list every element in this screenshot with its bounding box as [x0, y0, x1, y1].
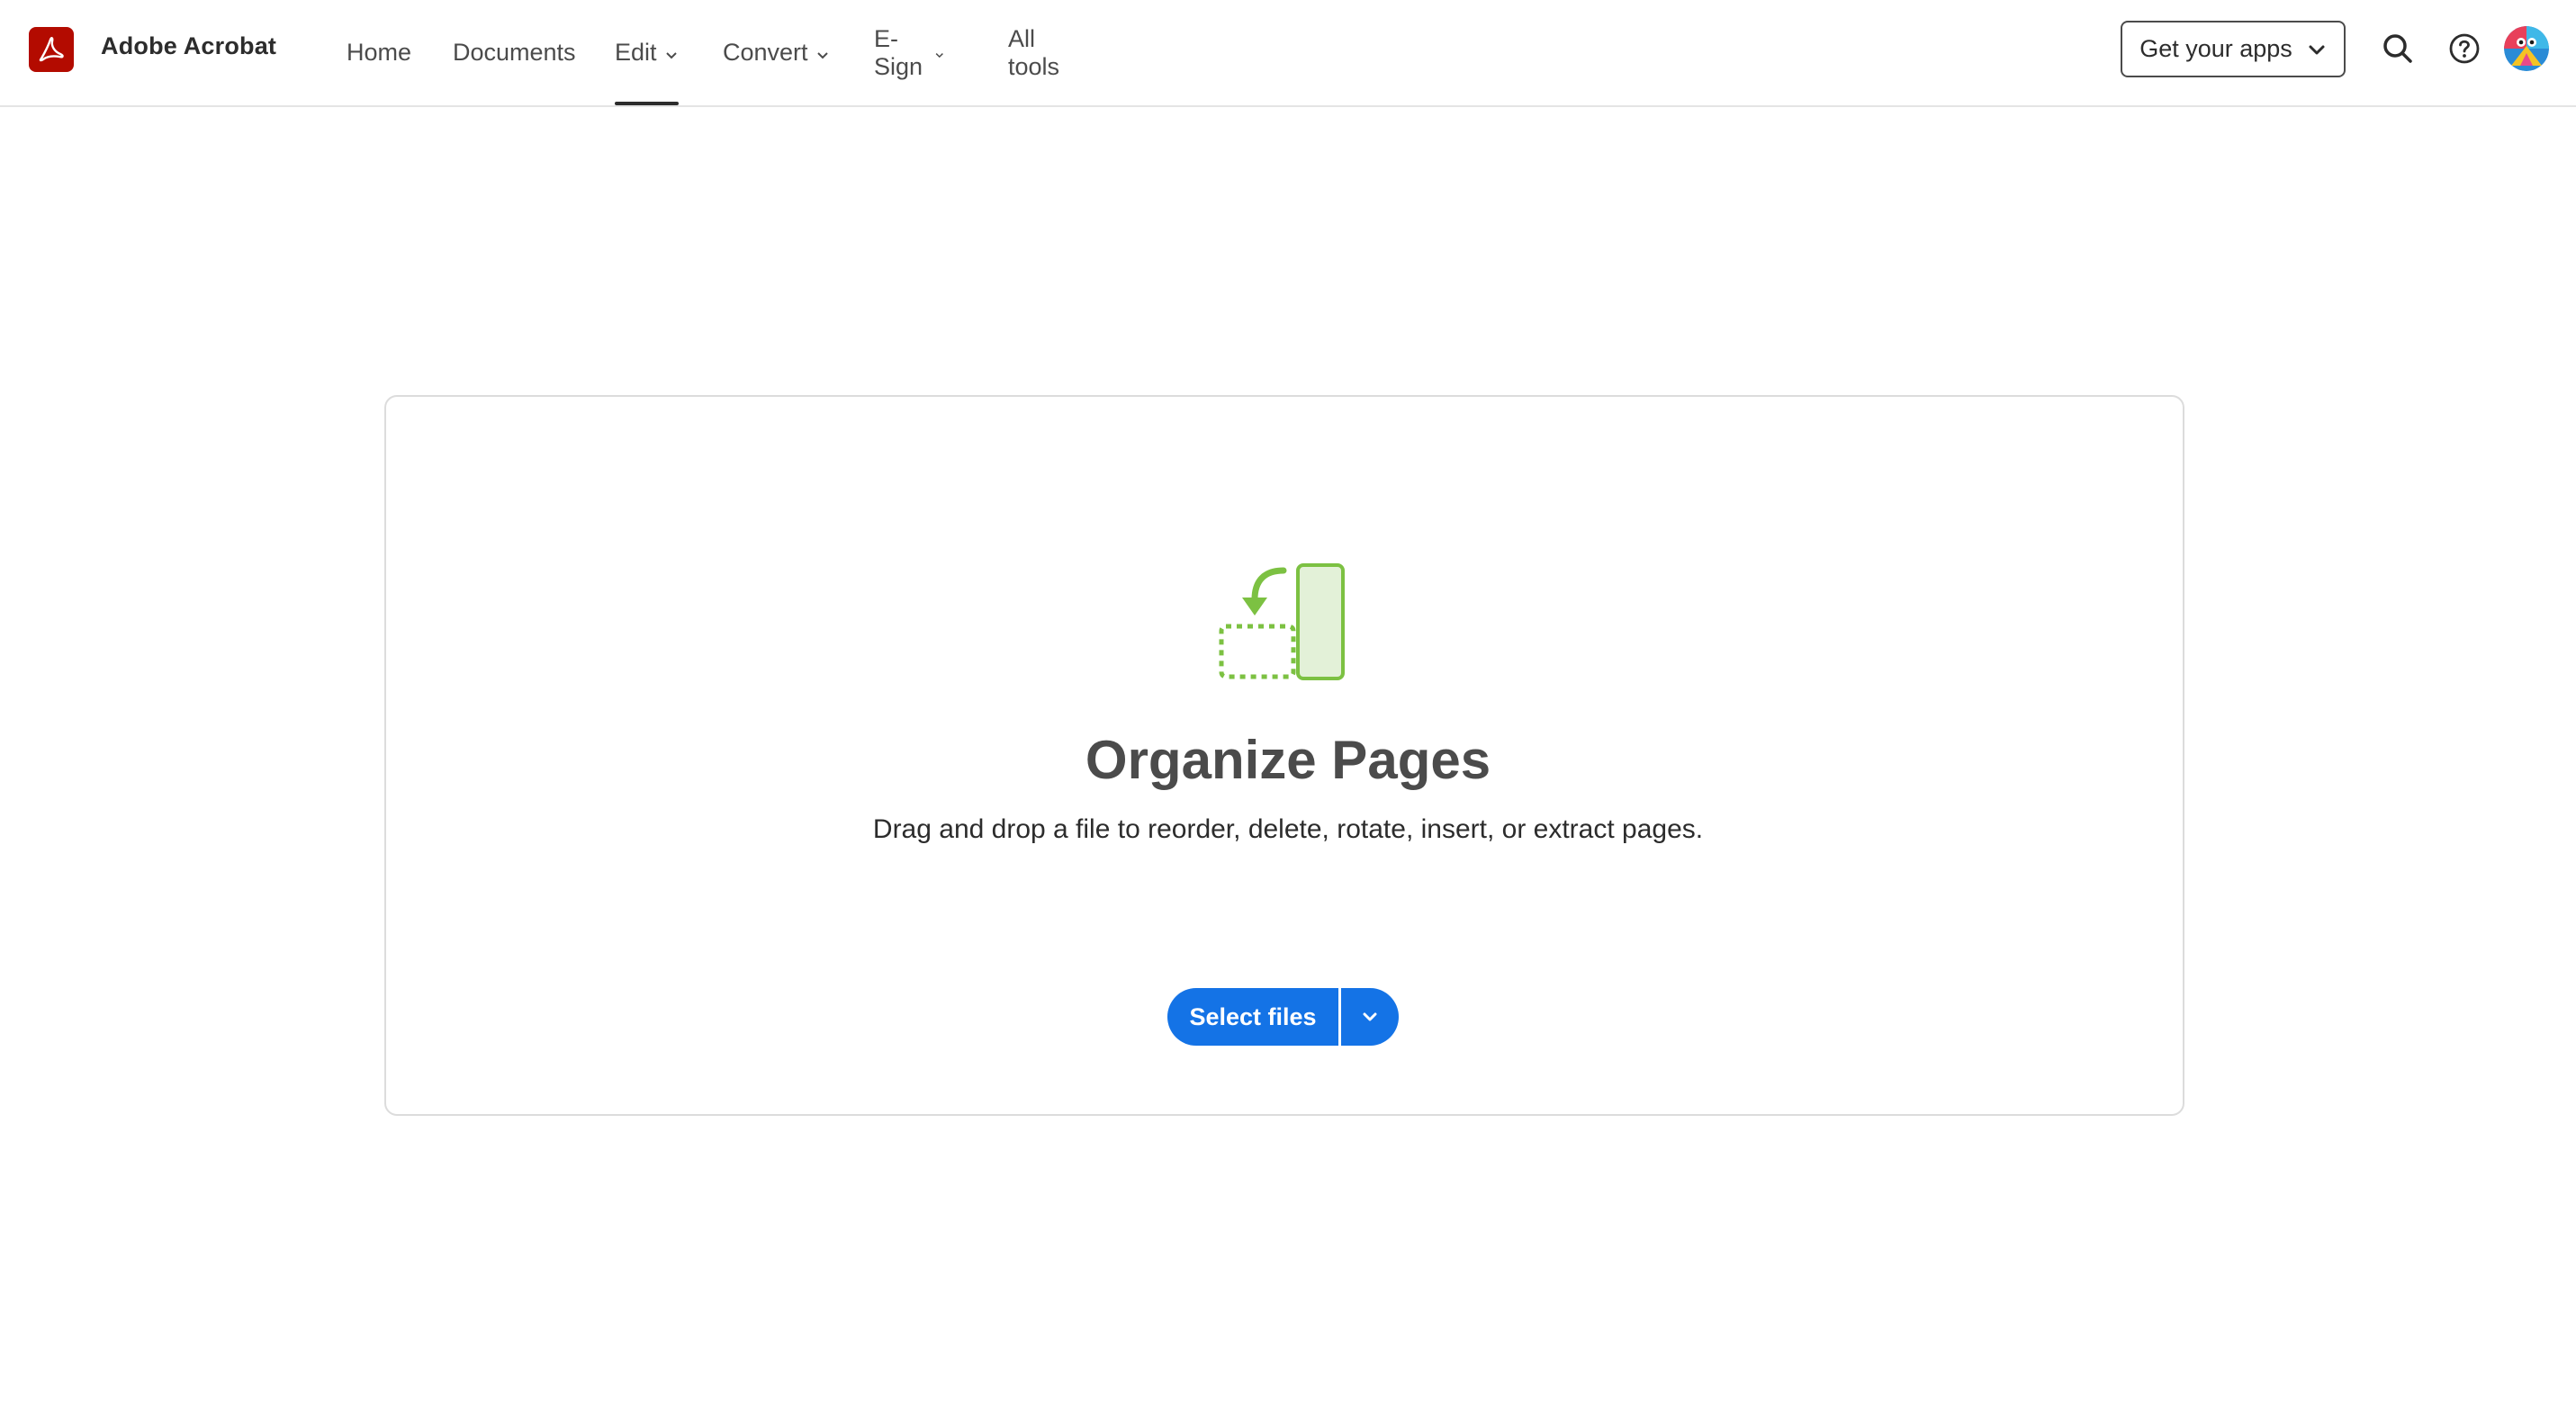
acrobat-logo-icon[interactable]	[29, 27, 74, 72]
tool-description: Drag and drop a file to reorder, delete,…	[872, 814, 1704, 844]
nav-esign[interactable]: E-Sign	[874, 0, 944, 105]
chevron-down-icon	[816, 51, 828, 58]
nav-edit[interactable]: Edit	[615, 0, 679, 105]
chevron-down-icon	[1363, 1012, 1377, 1021]
help-icon[interactable]	[2446, 31, 2482, 67]
avatar[interactable]	[2504, 26, 2549, 71]
nav-all-tools[interactable]: All tools	[1008, 0, 1059, 105]
nav-home[interactable]: Home	[347, 0, 411, 105]
select-files-split-button: Select files	[1167, 988, 1399, 1046]
app-title[interactable]: Adobe Acrobat	[101, 32, 276, 60]
chevron-down-icon	[665, 51, 677, 58]
nav-esign-label: E-Sign	[874, 24, 923, 80]
select-files-dropdown-button[interactable]	[1341, 988, 1399, 1046]
select-files-button[interactable]: Select files	[1167, 988, 1338, 1046]
get-your-apps-button[interactable]: Get your apps	[2121, 21, 2346, 77]
search-icon[interactable]	[2380, 31, 2416, 67]
nav-convert-label: Convert	[723, 39, 808, 66]
nav-home-label: Home	[347, 39, 412, 66]
nav-documents-label: Documents	[453, 39, 576, 66]
nav-edit-label: Edit	[615, 39, 657, 66]
nav-documents[interactable]: Documents	[453, 0, 576, 105]
nav-convert[interactable]: Convert	[723, 0, 830, 105]
tool-title: Organize Pages	[1085, 730, 1491, 790]
top-navigation-bar: Adobe Acrobat Home Documents Edit Conver…	[0, 0, 2576, 107]
chevron-down-icon	[2309, 45, 2325, 54]
get-your-apps-label: Get your apps	[2139, 35, 2292, 62]
chevron-down-icon	[935, 52, 943, 58]
nav-all-tools-label: All tools	[1008, 24, 1060, 80]
organize-pages-icon	[1217, 562, 1348, 682]
